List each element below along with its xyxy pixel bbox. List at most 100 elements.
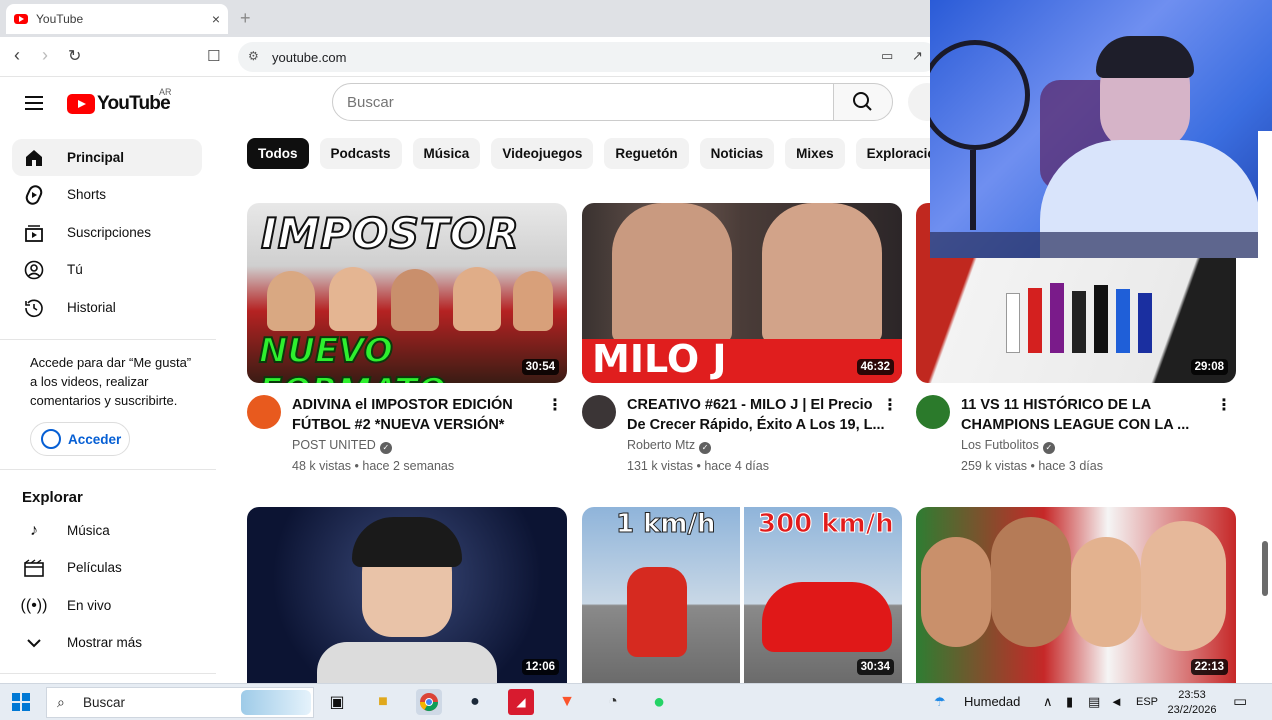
sidebar-item-history[interactable]: Historial bbox=[12, 289, 202, 326]
microphone-icon[interactable]: ▮ bbox=[1066, 694, 1073, 710]
chip-mixes[interactable]: Mixes bbox=[785, 138, 845, 169]
thumbnail-players bbox=[1006, 273, 1156, 363]
whatsapp-icon[interactable]: ● bbox=[646, 689, 672, 715]
sidebar-item-principal[interactable]: Principal bbox=[12, 139, 202, 176]
network-icon[interactable]: ▤ bbox=[1088, 694, 1100, 710]
site-info-icon[interactable]: ⚙ bbox=[248, 49, 259, 63]
amd-icon[interactable]: ◢ bbox=[508, 689, 534, 715]
video-thumbnail[interactable]: 1 km/h 300 km/h 30:34 bbox=[582, 507, 902, 683]
notifications-icon[interactable]: ▭ bbox=[1233, 692, 1247, 710]
cast-icon[interactable]: ▭ bbox=[881, 48, 893, 64]
sidebar-divider bbox=[0, 673, 216, 674]
bookmark-icon[interactable]: ☐ bbox=[207, 47, 220, 65]
youtube-logo[interactable]: YouTube AR bbox=[67, 87, 172, 115]
video-title[interactable]: CREATIVO #621 - MILO J | El Precio De Cr… bbox=[627, 395, 885, 435]
more-options-icon[interactable]: ⋮ bbox=[882, 395, 898, 415]
chip-podcasts[interactable]: Podcasts bbox=[319, 138, 402, 169]
chrome-icon[interactable] bbox=[416, 689, 442, 715]
thumbnail-divider bbox=[740, 507, 744, 683]
share-icon[interactable]: ↗ bbox=[912, 48, 923, 64]
reload-icon[interactable]: ↻ bbox=[68, 46, 81, 66]
language-indicator[interactable]: ESP bbox=[1136, 696, 1158, 708]
sidebar-item-shorts[interactable]: Shorts bbox=[12, 176, 202, 213]
forward-icon[interactable]: › bbox=[42, 45, 48, 66]
more-options-icon[interactable]: ⋮ bbox=[1216, 395, 1232, 415]
video-duration: 30:34 bbox=[856, 659, 894, 675]
taskbar-clock[interactable]: 23:53 23/2/2026 bbox=[1162, 688, 1222, 718]
channel-name[interactable]: Los Futbolitos ✓ bbox=[961, 438, 1055, 454]
weather-icon[interactable]: ☂ bbox=[934, 694, 946, 710]
thumbnail-text: 1 km/h bbox=[616, 509, 717, 540]
video-thumbnail[interactable]: IMPOSTOR NUEVO FORMATO 30:54 bbox=[247, 203, 567, 383]
chip-noticias[interactable]: Noticias bbox=[699, 138, 775, 169]
chip-videojuegos[interactable]: Videojuegos bbox=[491, 138, 594, 169]
windows-start-icon[interactable] bbox=[12, 693, 30, 711]
url-field[interactable]: ⚙ youtube.com bbox=[238, 42, 938, 72]
more-options-icon[interactable]: ⋮ bbox=[547, 395, 563, 415]
new-tab-button[interactable]: + bbox=[240, 8, 251, 29]
shorts-icon bbox=[22, 183, 46, 207]
video-title[interactable]: 11 VS 11 HISTÓRICO DE LA CHAMPIONS LEAGU… bbox=[961, 395, 1219, 435]
sidebar-divider bbox=[0, 339, 216, 340]
sidebar-item-live[interactable]: ((•)) En vivo bbox=[12, 587, 202, 624]
video-card[interactable]: 12:06 bbox=[247, 507, 567, 683]
thumbnail-person bbox=[991, 517, 1071, 647]
video-card[interactable]: 22:13 bbox=[916, 507, 1236, 683]
sidebar-item-show-more[interactable]: Mostrar más bbox=[12, 624, 202, 661]
sidebar-item-you[interactable]: Tú bbox=[12, 251, 202, 288]
channel-avatar[interactable] bbox=[247, 395, 281, 429]
webcam-fan bbox=[930, 40, 1030, 150]
task-view-icon[interactable]: ▣ bbox=[324, 689, 350, 715]
webcam-desk bbox=[930, 232, 1272, 258]
page-scrollbar[interactable] bbox=[1258, 131, 1272, 683]
thumbnail-text: NUEVO FORMATO bbox=[258, 330, 447, 383]
chip-exploracion-urbana[interactable]: Exploración urb bbox=[855, 138, 930, 169]
steam-icon[interactable]: ● bbox=[462, 689, 488, 715]
video-card[interactable]: IMPOSTOR NUEVO FORMATO 30:54 ADIVINA el … bbox=[247, 203, 567, 473]
subscriptions-icon bbox=[22, 221, 46, 245]
video-title[interactable]: ADIVINA el IMPOSTOR EDICIÓN FÚTBOL #2 *N… bbox=[292, 395, 550, 435]
weather-label[interactable]: Humedad bbox=[964, 694, 1020, 709]
chip-todos[interactable]: Todos bbox=[247, 138, 309, 169]
channel-avatar[interactable] bbox=[582, 395, 616, 429]
channel-name[interactable]: POST UNITED ✓ bbox=[292, 438, 392, 454]
sidebar-item-music[interactable]: ♪ Música bbox=[12, 512, 202, 549]
back-icon[interactable]: ‹ bbox=[14, 45, 20, 66]
signin-button[interactable]: Acceder bbox=[30, 422, 130, 456]
volume-icon[interactable]: ◄ bbox=[1110, 694, 1123, 709]
video-thumbnail[interactable]: 12:06 bbox=[247, 507, 567, 683]
search-input[interactable] bbox=[332, 83, 834, 121]
menu-icon[interactable] bbox=[25, 96, 43, 110]
sidebar-item-movies[interactable]: Películas bbox=[12, 549, 202, 586]
channel-name[interactable]: Roberto Mtz ✓ bbox=[627, 438, 712, 454]
history-icon bbox=[22, 296, 46, 320]
sidebar-item-subscriptions[interactable]: Suscripciones bbox=[12, 214, 202, 251]
browser-tab[interactable]: YouTube × bbox=[6, 4, 228, 34]
thumbnail-outfit bbox=[317, 642, 497, 683]
search-icon: ⌕ bbox=[57, 694, 65, 710]
search-button[interactable] bbox=[833, 83, 893, 121]
taskbar-search[interactable]: ⌕ Buscar bbox=[46, 687, 314, 718]
chip-regueton[interactable]: Reguetón bbox=[604, 138, 689, 169]
thumbnail-person bbox=[612, 203, 732, 343]
brave-icon[interactable]: ▼ bbox=[554, 689, 580, 715]
explore-heading: Explorar bbox=[22, 489, 83, 506]
youtube-favicon-icon bbox=[14, 14, 28, 24]
chip-musica[interactable]: Música bbox=[412, 138, 481, 169]
show-hidden-icons-icon[interactable]: ∧ bbox=[1043, 694, 1053, 710]
thumbnail-people bbox=[267, 261, 553, 331]
video-thumbnail[interactable]: 22:13 bbox=[916, 507, 1236, 683]
video-duration: 12:06 bbox=[521, 659, 559, 675]
verified-icon: ✓ bbox=[379, 442, 392, 454]
file-explorer-icon[interactable]: ■ bbox=[370, 689, 396, 715]
close-tab-icon[interactable]: × bbox=[212, 11, 220, 27]
video-card[interactable]: MILO J 46:32 CREATIVO #621 - MILO J | El… bbox=[582, 203, 902, 473]
signin-prompt: Accede para dar “Me gusta” a los videos,… bbox=[30, 355, 192, 408]
user-icon bbox=[22, 258, 46, 282]
video-thumbnail[interactable]: MILO J 46:32 bbox=[582, 203, 902, 383]
obs-icon[interactable]: ◔ bbox=[600, 689, 626, 715]
video-card[interactable]: 1 km/h 300 km/h 30:34 bbox=[582, 507, 902, 683]
scrollbar-thumb[interactable] bbox=[1262, 541, 1268, 596]
channel-avatar[interactable] bbox=[916, 395, 950, 429]
video-duration: 22:13 bbox=[1190, 659, 1228, 675]
